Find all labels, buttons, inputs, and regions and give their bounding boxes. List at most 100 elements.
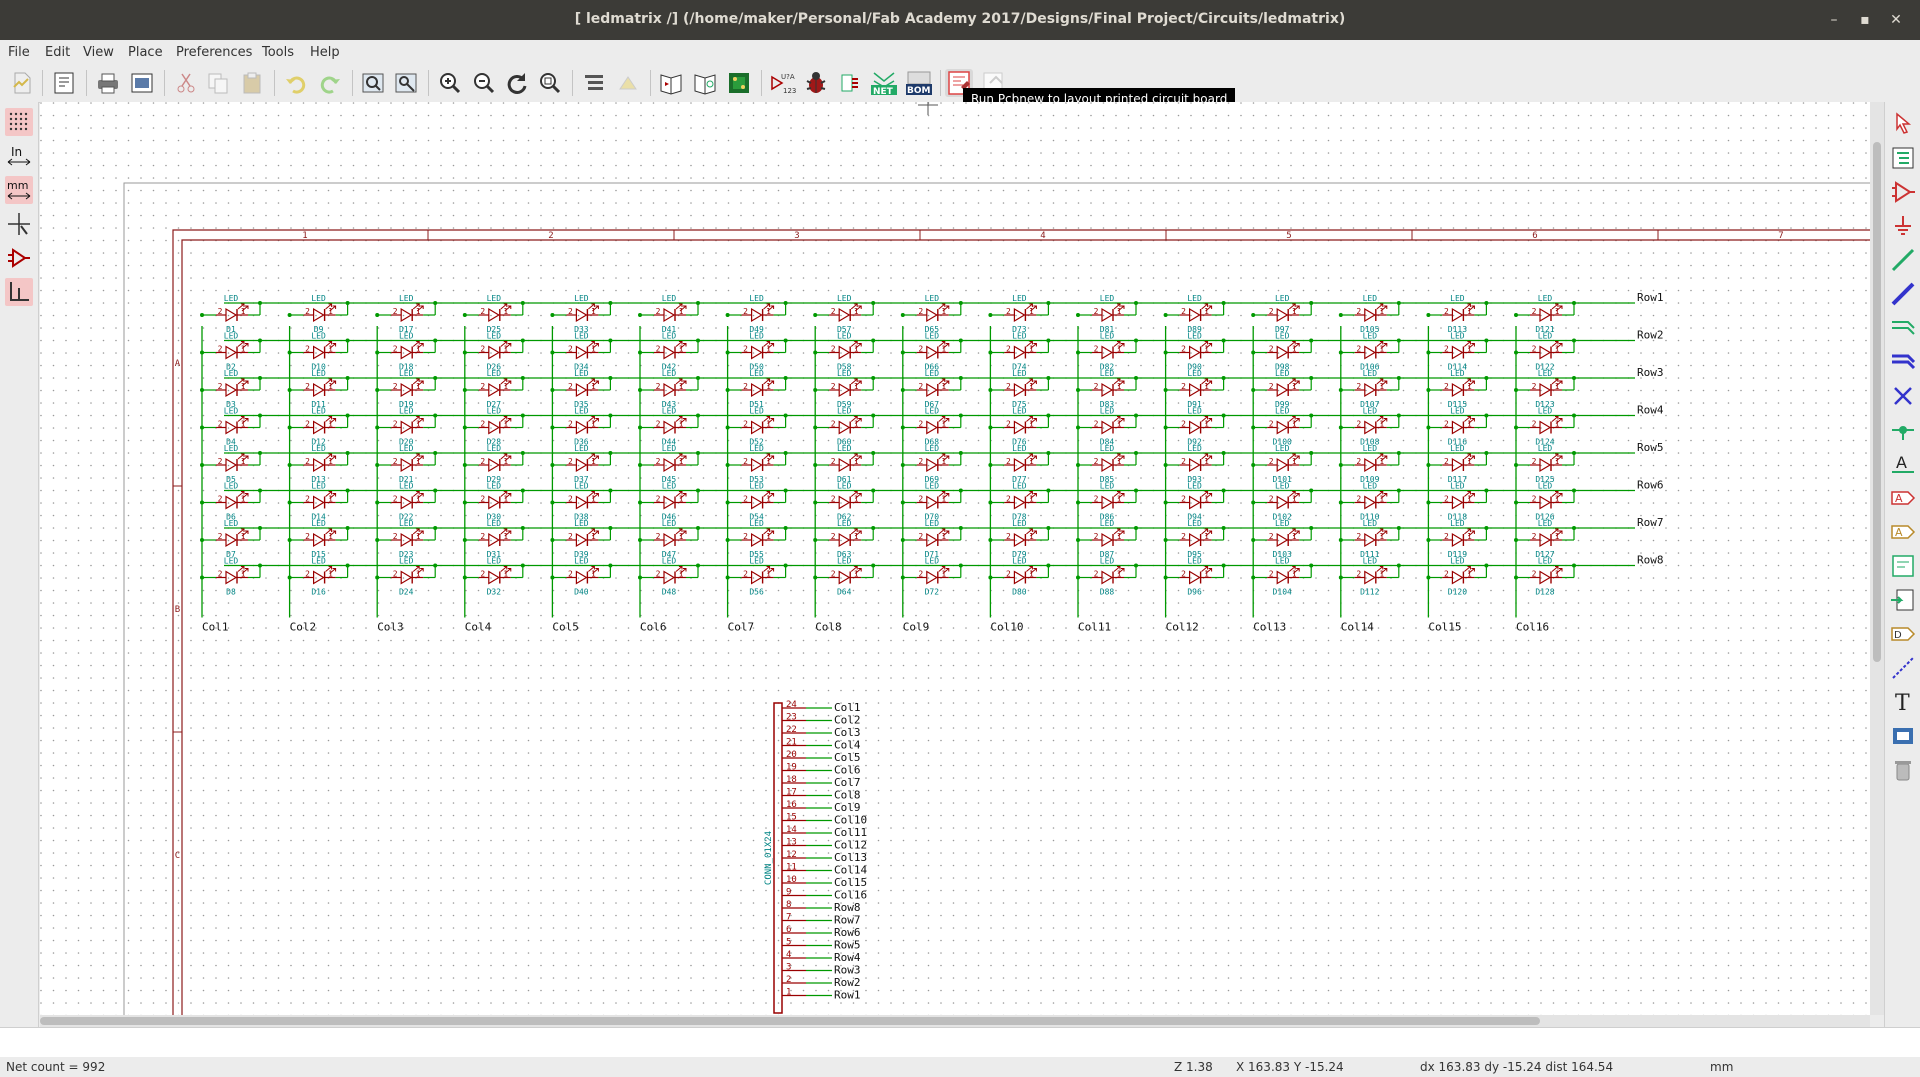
wire-orientation-icon[interactable] [5, 278, 33, 306]
wire-to-bus-entry-icon[interactable] [1889, 314, 1917, 342]
place-component-icon[interactable] [1889, 178, 1917, 206]
connector-pin-number: 15 [786, 813, 797, 823]
menu-preferences[interactable]: Preferences [176, 45, 252, 60]
place-net-label-icon[interactable]: A [1889, 450, 1917, 478]
delete-icon[interactable] [1889, 756, 1917, 784]
svg-text:D: D [1894, 630, 1902, 641]
import-hier-label-icon[interactable] [1889, 586, 1917, 614]
graphic-line-icon[interactable] [1889, 654, 1917, 682]
print-icon[interactable] [94, 69, 122, 97]
svg-text:D72: D72 [925, 588, 940, 597]
hidden-pins-icon[interactable] [5, 244, 33, 272]
menu-help[interactable]: Help [310, 45, 340, 60]
svg-text:LED: LED [1538, 557, 1553, 566]
vertical-scroll-thumb[interactable] [1873, 142, 1881, 662]
svg-text:1: 1 [1117, 495, 1122, 504]
col-label: Col9 [903, 621, 930, 634]
connector-net-label: Col4 [834, 739, 861, 752]
svg-text:2: 2 [656, 307, 661, 316]
status-bar: Net count = 992 Z 1.38 X 163.83 Y -15.24… [0, 1057, 1920, 1077]
place-bus-icon[interactable] [1889, 280, 1917, 308]
zoom-out-icon[interactable] [470, 69, 498, 97]
bus-to-bus-entry-icon[interactable] [1889, 348, 1917, 376]
svg-text:LED: LED [1100, 407, 1115, 416]
svg-text:1: 1 [1292, 532, 1297, 541]
plot-icon[interactable] [128, 69, 156, 97]
library-browser-icon[interactable] [691, 69, 719, 97]
place-hier-label-icon[interactable]: A [1889, 518, 1917, 546]
menu-view[interactable]: View [83, 45, 114, 60]
cut-icon[interactable] [172, 69, 200, 97]
find-icon[interactable] [359, 69, 387, 97]
svg-text:1: 1 [503, 307, 508, 316]
svg-text:NET: NET [873, 87, 894, 97]
units-inch-icon[interactable]: In [5, 142, 33, 170]
hier-sheet-icon[interactable] [1889, 552, 1917, 580]
svg-text:LED: LED [749, 294, 764, 303]
paste-icon[interactable] [238, 69, 266, 97]
menu-place[interactable]: Place [128, 45, 163, 60]
select-arrow-icon[interactable] [1889, 110, 1917, 138]
cursor-shape-icon[interactable] [5, 210, 33, 238]
redo-icon[interactable] [316, 69, 344, 97]
svg-text:1: 1 [503, 532, 508, 541]
zoom-in-icon[interactable] [436, 69, 464, 97]
cvpcb-icon[interactable] [725, 69, 753, 97]
grid-toggle-icon[interactable] [5, 108, 33, 136]
leave-sheet-icon[interactable] [614, 69, 642, 97]
hier-pin-icon[interactable]: D [1889, 620, 1917, 648]
svg-text:D32: D32 [487, 588, 502, 597]
close-button[interactable]: ✕ [1885, 9, 1907, 31]
col-label: Col10 [990, 621, 1023, 634]
place-junction-icon[interactable] [1889, 416, 1917, 444]
svg-text:1: 1 [1204, 382, 1209, 391]
no-connect-icon[interactable] [1889, 382, 1917, 410]
minimize-button[interactable]: – [1823, 9, 1845, 31]
annotate-icon[interactable]: U?A 123 [768, 69, 796, 97]
footprint-assign-icon[interactable] [836, 69, 864, 97]
svg-text:LED: LED [399, 369, 414, 378]
redraw-icon[interactable] [503, 69, 531, 97]
undo-icon[interactable] [282, 69, 310, 97]
frame-col-label: 3 [794, 231, 799, 241]
svg-text:LED: LED [1538, 482, 1553, 491]
hierarchy-icon[interactable] [580, 69, 608, 97]
copy-icon[interactable] [204, 69, 232, 97]
page-settings-icon[interactable] [50, 69, 78, 97]
new-icon[interactable] [8, 69, 36, 97]
schematic-canvas[interactable]: 1234567ABC Row1 Row2 Row3 Row4 Row5 Row6 Row7 R… [40, 102, 1870, 1015]
add-image-icon[interactable] [1889, 722, 1917, 750]
maximize-button[interactable]: ▪ [1854, 9, 1876, 31]
net-count: Net count = 992 [6, 1060, 106, 1074]
svg-text:1: 1 [1467, 307, 1472, 316]
svg-text:2: 2 [743, 532, 748, 541]
menu-file[interactable]: File [8, 45, 30, 60]
svg-text:LED: LED [1363, 332, 1378, 341]
horizontal-scroll-thumb[interactable] [40, 1017, 1540, 1025]
svg-text:2: 2 [1532, 307, 1537, 316]
svg-text:1: 1 [679, 495, 684, 504]
place-wire-icon[interactable] [1889, 246, 1917, 274]
horizontal-scrollbar[interactable] [40, 1015, 1870, 1027]
units-mm-icon[interactable]: mm [5, 176, 33, 204]
svg-text:LED: LED [837, 482, 852, 491]
vertical-scrollbar[interactable] [1870, 102, 1884, 1015]
place-power-icon[interactable] [1889, 212, 1917, 240]
erc-icon[interactable] [802, 69, 830, 97]
graphic-text-icon[interactable]: T [1889, 688, 1917, 716]
menu-edit[interactable]: Edit [45, 45, 70, 60]
netlist-icon[interactable]: NET [870, 69, 898, 97]
place-global-label-icon[interactable]: A [1889, 484, 1917, 512]
svg-text:D40: D40 [574, 588, 589, 597]
find-replace-icon[interactable] [392, 69, 420, 97]
schematic-sheet[interactable]: 1 2 3 4 5 6 7ABC Row1Row2Row3Row4Row5Row6Row7R… [40, 102, 1870, 1015]
zoom-fit-icon[interactable] [536, 69, 564, 97]
svg-text:2: 2 [1181, 532, 1186, 541]
bom-icon[interactable]: BOM [905, 69, 933, 97]
col-label: Col1 [202, 621, 229, 634]
svg-text:LED: LED [662, 557, 677, 566]
library-editor-icon[interactable] [657, 69, 685, 97]
hierarchy-navigator-icon[interactable] [1889, 144, 1917, 172]
menu-tools[interactable]: Tools [262, 45, 294, 60]
svg-text:LED: LED [749, 332, 764, 341]
